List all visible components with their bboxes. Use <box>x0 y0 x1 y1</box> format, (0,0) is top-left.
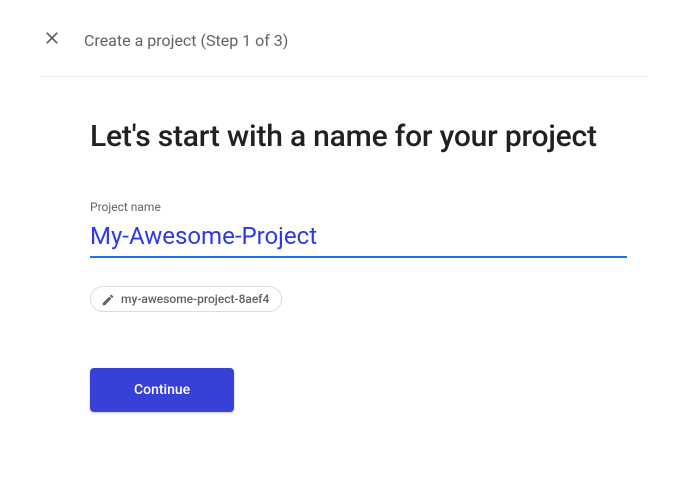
project-name-field: Project name <box>90 200 627 258</box>
project-id-text: my-awesome-project-8aef4 <box>121 292 269 306</box>
project-name-input[interactable] <box>90 218 627 258</box>
dialog-content: Let's start with a name for your project… <box>0 77 687 412</box>
project-name-label: Project name <box>90 200 627 214</box>
dialog-title: Create a project (Step 1 of 3) <box>84 31 288 50</box>
dialog-header: Create a project (Step 1 of 3) <box>0 0 687 76</box>
continue-button[interactable]: Continue <box>90 368 234 412</box>
page-heading: Let's start with a name for your project <box>90 117 627 158</box>
project-id-chip[interactable]: my-awesome-project-8aef4 <box>90 286 282 312</box>
close-icon <box>43 29 61 51</box>
close-button[interactable] <box>40 28 64 52</box>
pencil-icon <box>101 292 115 306</box>
create-project-dialog: Create a project (Step 1 of 3) Let's sta… <box>0 0 687 500</box>
button-row: Continue <box>90 368 627 412</box>
